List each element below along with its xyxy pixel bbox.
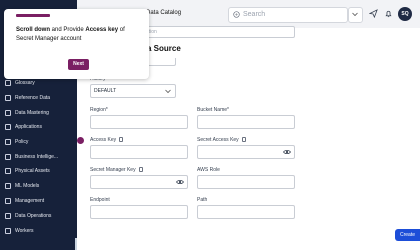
access-key-label-text: Access Key <box>90 137 117 143</box>
sidebar-item-data-mastering[interactable]: Data Mastering <box>3 107 75 119</box>
sidebar-item-label: Reference Data <box>15 95 51 101</box>
sidebar-item-label: Data Mastering <box>15 110 49 116</box>
access-key-input[interactable] <box>90 145 188 159</box>
sidebar-item-label: Management <box>15 198 45 204</box>
data-mastering-icon <box>5 110 11 116</box>
copy-icon[interactable] <box>138 167 143 172</box>
secret-access-key-label-text: Secret Access Key <box>197 137 239 143</box>
ml-models-icon <box>5 183 11 189</box>
path-label: Path <box>197 197 208 203</box>
sidebar-item-label: Physical Assets <box>15 168 50 174</box>
aws-role-input[interactable] <box>197 175 295 189</box>
applications-icon <box>5 124 11 130</box>
secret-access-key-label: Secret Access Key <box>197 137 246 143</box>
sidebar-item-label: Workers <box>15 228 34 234</box>
aws-role-label: AWS Role <box>197 167 220 173</box>
bucket-name-input[interactable] <box>197 115 295 129</box>
tour-next-button[interactable]: Next <box>68 59 89 70</box>
policy-icon <box>5 139 11 145</box>
sidebar-item-data-operations[interactable]: Data Operations <box>3 210 75 222</box>
search-scope-dropdown[interactable] <box>348 7 363 23</box>
bucket-name-label: Bucket Name* <box>197 107 229 113</box>
tour-progress-bar <box>16 14 50 17</box>
bell-icon[interactable] <box>384 9 393 18</box>
sidebar-item-policy[interactable]: Policy <box>3 136 75 148</box>
tour-hotspot-dot[interactable] <box>77 137 84 144</box>
access-key-label: Access Key <box>90 137 124 143</box>
sidebar-item-management[interactable]: Management <box>3 195 75 207</box>
sidebar-item-ml-models[interactable]: ML Models <box>3 180 75 192</box>
search-box[interactable]: Search <box>228 7 348 23</box>
copy-icon[interactable] <box>241 137 246 142</box>
workers-icon <box>5 228 11 234</box>
region-label: Region* <box>90 107 108 113</box>
glossary-icon <box>5 80 11 86</box>
secret-manager-key-label: Secret Manager Key <box>90 167 143 173</box>
search-icon <box>233 11 240 18</box>
sidebar-item-physical-assets[interactable]: Physical Assets <box>3 165 75 177</box>
user-avatar[interactable]: SQ <box>398 7 412 21</box>
tour-message: Scroll down and Provide Access key of Se… <box>16 26 141 44</box>
tour-popover: Scroll down and Provide Access key of Se… <box>4 9 149 79</box>
copy-icon[interactable] <box>119 137 124 142</box>
sidebar-item-label: Glossary <box>15 80 35 86</box>
secret-access-key-input[interactable] <box>197 145 295 159</box>
tour-message-text: and Provide <box>50 27 86 33</box>
physical-assets-icon <box>5 168 11 174</box>
secret-manager-key-input[interactable] <box>90 175 188 189</box>
description-input[interactable]: otion <box>142 26 295 38</box>
sidebar-item-reference-data[interactable]: Reference Data <box>3 92 75 104</box>
sidebar-item-label: Applications <box>15 124 42 130</box>
reference-data-icon <box>5 95 11 101</box>
endpoint-input[interactable] <box>90 205 188 219</box>
page-title: a Source <box>147 44 181 53</box>
sidebar-item-label: Business Intellige... <box>15 154 59 160</box>
create-button[interactable]: Create <box>395 229 420 241</box>
sidebar-item-label: Policy <box>15 139 29 145</box>
business-intelligence-icon <box>5 154 11 160</box>
search-placeholder: Search <box>243 11 266 18</box>
sidebar-item-label: ML Models <box>15 183 40 189</box>
sidebar-item-workers[interactable]: Workers <box>3 225 75 237</box>
send-icon[interactable] <box>369 9 378 18</box>
eye-icon[interactable] <box>176 179 184 185</box>
history-select[interactable]: DEFAULT <box>90 84 176 98</box>
sidebar-item-label: Data Operations <box>15 213 52 219</box>
sidebar-item-applications[interactable]: Applications <box>3 121 75 133</box>
path-input[interactable] <box>197 205 295 219</box>
eye-icon[interactable] <box>283 149 291 155</box>
management-icon <box>5 198 11 204</box>
secret-manager-key-label-text: Secret Manager Key <box>90 167 136 173</box>
data-operations-icon <box>5 213 11 219</box>
chevron-down-icon <box>165 89 171 94</box>
chevron-down-icon <box>352 12 358 17</box>
region-input[interactable] <box>90 115 188 129</box>
tour-message-bold: Access key <box>85 27 119 33</box>
history-value: DEFAULT <box>94 88 117 94</box>
tour-message-bold: Scroll down <box>16 27 51 33</box>
endpoint-label: Endpoint <box>90 197 110 203</box>
sidebar-item-business-intelligence[interactable]: Business Intellige... <box>3 151 75 163</box>
